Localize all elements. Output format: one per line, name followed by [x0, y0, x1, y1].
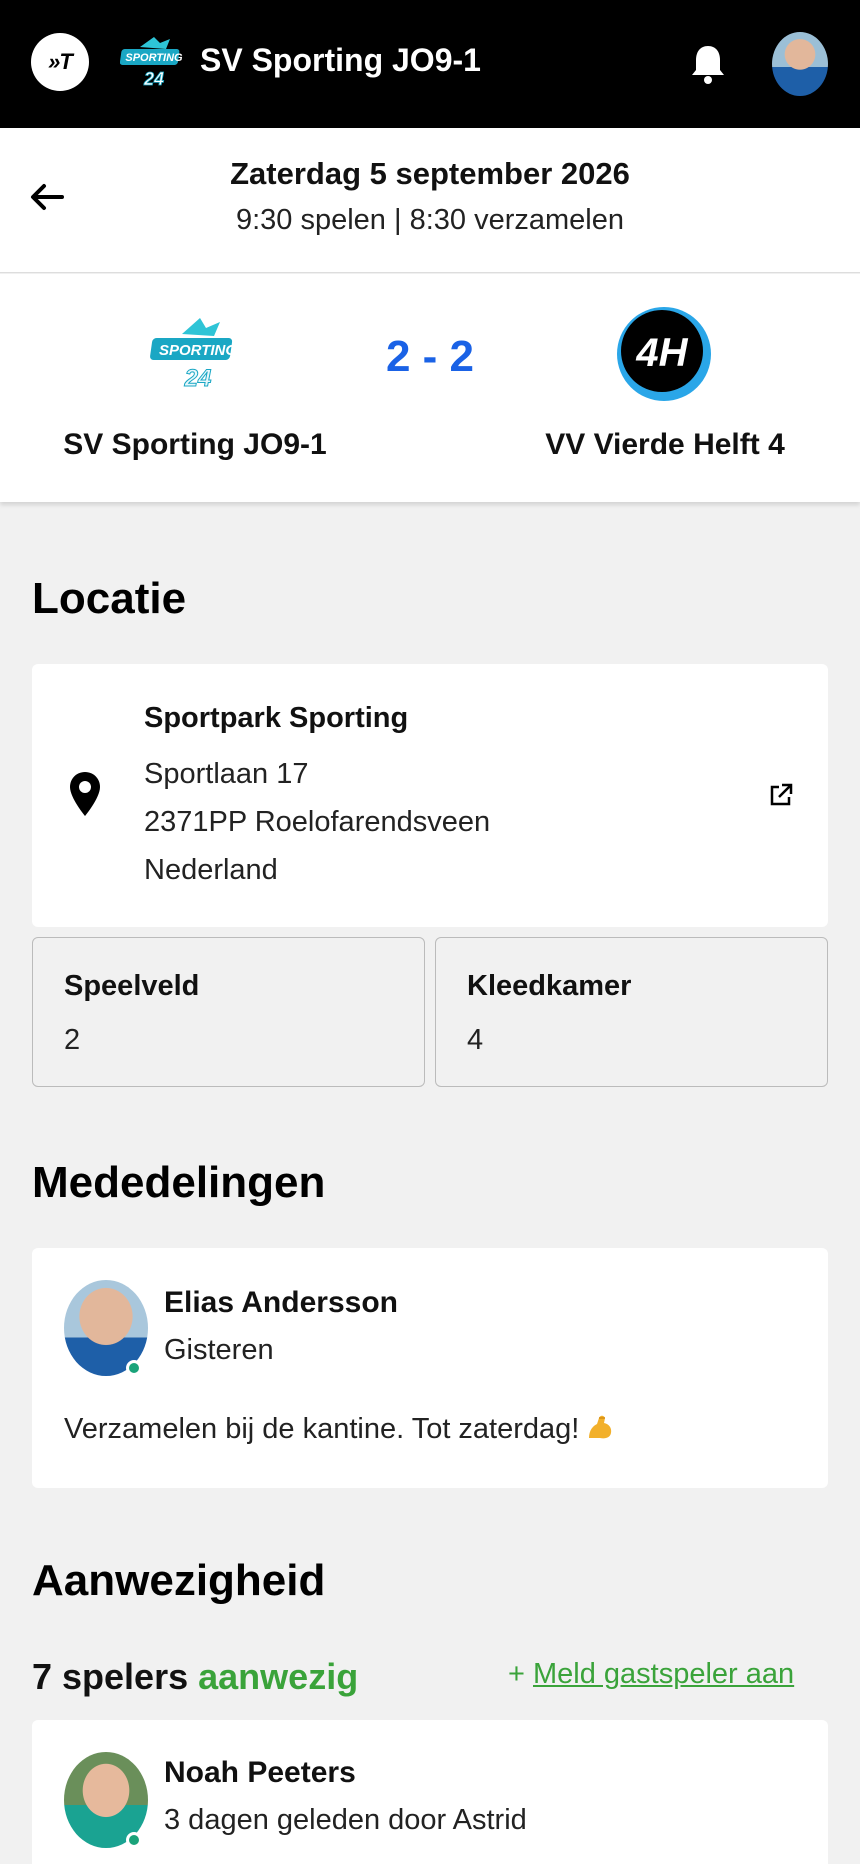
player-name: Noah Peeters — [164, 1756, 356, 1789]
announcement-time: Gisteren — [164, 1334, 274, 1366]
home-team-logo: SPORTING 24 — [150, 318, 237, 393]
announcement-author: Elias Andersson — [164, 1286, 398, 1319]
field-value: 2 — [64, 1024, 81, 1056]
home-team-name[interactable]: SV Sporting JO9-1 — [20, 428, 370, 462]
field-label: Speelveld — [64, 970, 200, 1002]
sporting-logo-icon: SPORTING 24 — [120, 37, 183, 89]
presence-count-number: 7 spelers — [32, 1656, 189, 1697]
location-city: 2371PP Roelofarendsveen — [144, 806, 491, 838]
guest-link-label: Meld gastspeler aan — [533, 1658, 795, 1690]
location-country: Nederland — [144, 854, 278, 886]
player-subtitle: 3 dagen geleden door Astrid — [164, 1804, 527, 1836]
score-section: SPORTING 24 2 - 2 4H SV Sporting JO9-1 V… — [0, 274, 860, 502]
away-team-logo: 4H — [617, 307, 711, 401]
dressing-room-box: Kleedkamer 4 — [435, 937, 828, 1087]
location-heading: Locatie — [32, 574, 187, 623]
online-indicator — [126, 1360, 142, 1376]
announcement-text: Verzamelen bij de kantine. Tot zaterdag! — [64, 1412, 615, 1446]
player-card[interactable]: Noah Peeters 3 dagen geleden door Astrid — [32, 1720, 828, 1864]
svg-text:4H: 4H — [635, 331, 688, 375]
svg-text:SPORTING: SPORTING — [159, 342, 237, 359]
presence-status: aanwezig — [198, 1656, 359, 1697]
online-indicator — [126, 1832, 142, 1848]
match-date-header: Zaterdag 5 september 2026 9:30 spelen | … — [0, 128, 860, 273]
app-logo-icon[interactable]: »T — [31, 33, 89, 91]
add-guest-player-link[interactable]: + Meld gastspeler aan — [508, 1658, 794, 1691]
user-avatar[interactable] — [772, 32, 828, 96]
announcement-card: Elias Andersson Gisteren Verzamelen bij … — [32, 1248, 828, 1488]
away-team-name[interactable]: VV Vierde Helft 4 — [490, 428, 840, 462]
presence-count: 7 spelers aanwezig — [32, 1656, 358, 1698]
match-times: 9:30 spelen | 8:30 verzamelen — [235, 204, 624, 236]
top-bar: »T SPORTING 24 SV Sporting JO9-1 — [0, 0, 860, 128]
match-date: Zaterdag 5 september 2026 — [230, 156, 630, 191]
dressing-room-label: Kleedkamer — [467, 970, 632, 1002]
match-score: 2 - 2 — [385, 332, 475, 381]
svg-text:24: 24 — [184, 365, 212, 392]
presence-heading: Aanwezigheid — [32, 1556, 326, 1605]
field-box: Speelveld 2 — [32, 937, 425, 1087]
team-title[interactable]: SV Sporting JO9-1 — [200, 42, 481, 79]
location-card[interactable]: Sportpark Sporting Sportlaan 17 2371PP R… — [32, 664, 828, 927]
flexed-biceps-icon — [589, 1415, 612, 1439]
announcement-message: Verzamelen bij de kantine. Tot zaterdag! — [64, 1413, 580, 1445]
announcements-heading: Mededelingen — [32, 1158, 326, 1207]
location-name: Sportpark Sporting — [144, 702, 409, 734]
map-pin-icon — [70, 772, 100, 816]
location-street: Sportlaan 17 — [144, 758, 309, 790]
bell-icon[interactable] — [688, 42, 728, 86]
svg-text:24: 24 — [143, 69, 164, 89]
plus-icon: + — [508, 1658, 525, 1690]
svg-text:SPORTING: SPORTING — [125, 52, 183, 64]
dressing-room-value: 4 — [467, 1024, 484, 1056]
external-link-icon[interactable] — [768, 782, 794, 808]
